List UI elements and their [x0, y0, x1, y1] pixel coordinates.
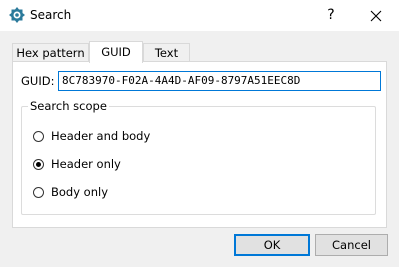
guid-label: GUID:: [21, 74, 55, 88]
radio-button-checked[interactable]: [33, 158, 44, 170]
close-icon: [370, 10, 382, 21]
radio-label: Body only: [51, 185, 109, 199]
tab-hex-pattern[interactable]: Hex pattern: [12, 43, 89, 62]
tab-guid[interactable]: GUID: [89, 41, 143, 63]
window-title: Search: [30, 8, 72, 22]
help-button[interactable]: ?: [316, 0, 346, 31]
guid-input[interactable]: [58, 71, 381, 91]
radio-header-only[interactable]: Header only: [33, 156, 121, 172]
title-bar: Search ?: [0, 0, 399, 31]
close-button[interactable]: [361, 0, 391, 31]
radio-header-and-body[interactable]: Header and body: [33, 128, 150, 144]
radio-button[interactable]: [33, 186, 44, 198]
radio-label: Header only: [51, 157, 121, 171]
radio-body-only[interactable]: Body only: [33, 184, 108, 200]
radio-label: Header and body: [51, 129, 151, 143]
ok-button[interactable]: OK: [234, 234, 310, 256]
tab-text[interactable]: Text: [143, 43, 190, 62]
search-scope-group: Search scope Header and body Header only…: [21, 99, 376, 215]
cancel-button[interactable]: Cancel: [315, 234, 388, 256]
guid-tab-panel: GUID: Search scope Header and body Heade…: [12, 61, 387, 228]
radio-button[interactable]: [33, 130, 44, 142]
app-icon: [9, 7, 25, 23]
search-scope-legend: Search scope: [28, 99, 109, 113]
